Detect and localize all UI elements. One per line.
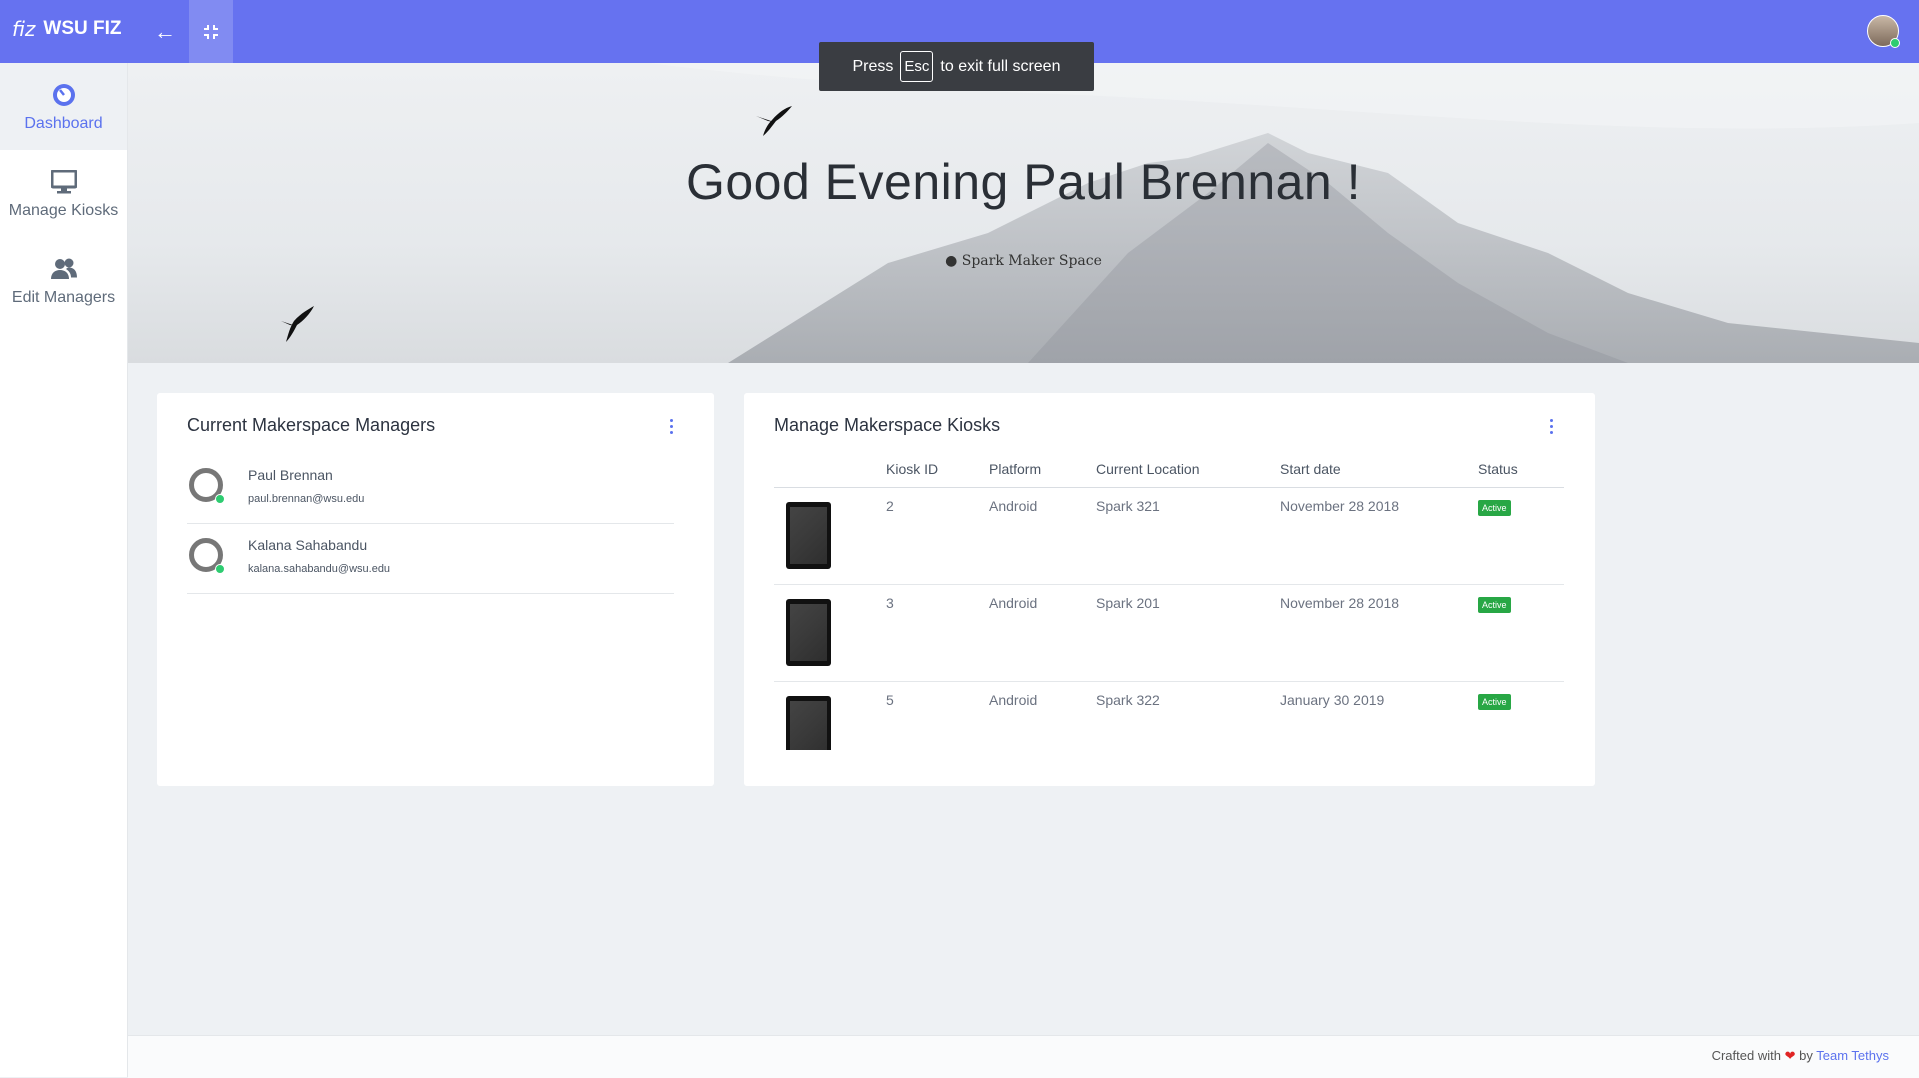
table-row[interactable]: 2 Android Spark 321 November 28 2018 Act… xyxy=(774,488,1564,585)
online-status-dot xyxy=(215,494,225,504)
column-header: Start date xyxy=(1280,461,1341,477)
sidebar-item-label: Dashboard xyxy=(24,114,103,132)
column-header: Current Location xyxy=(1096,461,1200,477)
toast-key: Esc xyxy=(900,51,934,82)
kiosk-location: Spark 201 xyxy=(1096,595,1160,611)
sidebar-item-label: Manage Kiosks xyxy=(8,201,119,219)
kiosk-platform: Android xyxy=(989,692,1038,708)
dashboard-icon xyxy=(51,81,77,109)
sidebar-item-label: Edit Managers xyxy=(11,288,116,306)
kiosks-menu-button[interactable] xyxy=(1546,413,1556,439)
users-icon xyxy=(50,255,78,283)
fiz-logo: fiz xyxy=(12,17,36,41)
kiosk-id: 5 xyxy=(886,692,894,708)
tablet-icon xyxy=(786,502,831,569)
user-avatar[interactable] xyxy=(1867,15,1900,48)
toast-suffix: to exit full screen xyxy=(940,57,1061,75)
footer: Crafted with ❤ by Team Tethys xyxy=(128,1035,1919,1078)
toast-prefix: Press xyxy=(852,57,894,75)
kiosk-id: 2 xyxy=(886,498,894,514)
kiosks-card: Manage Makerspace Kiosks Kiosk ID Platfo… xyxy=(744,393,1595,786)
table-row[interactable]: 5 Android Spark 322 January 30 2019 Acti… xyxy=(774,682,1564,750)
sidebar-item-dashboard[interactable]: Dashboard xyxy=(0,63,127,150)
manager-row[interactable]: Paul Brennan paul.brennan@wsu.edu xyxy=(187,453,674,524)
heart-icon: ❤ xyxy=(1784,1048,1796,1063)
managers-menu-button[interactable] xyxy=(666,413,676,439)
footer-prefix: Crafted with xyxy=(1711,1048,1781,1063)
avatar xyxy=(189,468,225,504)
kiosk-start-date: January 30 2019 xyxy=(1280,692,1385,708)
manager-name: Paul Brennan xyxy=(248,467,333,483)
kiosk-location: Spark 322 xyxy=(1096,692,1160,708)
kiosk-platform: Android xyxy=(989,595,1038,611)
kiosk-location: Spark 321 xyxy=(1096,498,1160,514)
kiosk-start-date: November 28 2018 xyxy=(1280,498,1400,514)
app-name: WSU FIZ xyxy=(43,18,122,39)
online-status-dot xyxy=(1890,38,1900,48)
tablet-icon xyxy=(786,696,831,750)
monitor-icon xyxy=(50,168,77,196)
online-status-dot xyxy=(215,564,225,574)
kiosks-card-title: Manage Makerspace Kiosks xyxy=(774,415,1001,435)
brand[interactable]: fiz WSU FIZ xyxy=(12,17,122,41)
compress-icon xyxy=(204,24,218,39)
managers-card-title: Current Makerspace Managers xyxy=(187,415,436,435)
managers-card: Current Makerspace Managers Paul Brennan… xyxy=(157,393,714,786)
status-badge: Active xyxy=(1478,694,1511,710)
back-button[interactable]: ← xyxy=(143,0,187,63)
hero-banner: Good Evening Paul Brennan ! ● Spark Make… xyxy=(128,63,1919,363)
manager-email: paul.brennan@wsu.edu xyxy=(248,493,365,505)
tablet-icon xyxy=(786,599,831,666)
exit-fullscreen-button[interactable] xyxy=(189,0,233,63)
map-pin-icon: ● xyxy=(945,253,958,269)
sidebar-item-manage-kiosks[interactable]: Manage Kiosks xyxy=(0,150,127,237)
mountain-image xyxy=(281,63,1919,363)
column-header: Kiosk ID xyxy=(886,461,939,477)
fullscreen-toast: Press Esc to exit full screen xyxy=(819,42,1094,91)
sidebar-item-edit-managers[interactable]: Edit Managers xyxy=(0,237,127,324)
arrow-left-icon: ← xyxy=(154,18,176,44)
bird-icon-lower xyxy=(281,306,314,342)
avatar xyxy=(189,538,225,574)
status-badge: Active xyxy=(1478,500,1511,516)
team-tethys-link[interactable]: Team Tethys xyxy=(1816,1048,1889,1063)
status-badge: Active xyxy=(1478,597,1511,613)
kiosk-platform: Android xyxy=(989,498,1038,514)
kiosk-id: 3 xyxy=(886,595,894,611)
footer-credit: Crafted with ❤ by Team Tethys xyxy=(1712,1048,1889,1064)
column-header: Status xyxy=(1478,461,1518,477)
manager-name: Kalana Sahabandu xyxy=(248,537,368,553)
table-row[interactable]: 3 Android Spark 201 November 28 2018 Act… xyxy=(774,585,1564,682)
bird-icon-upper xyxy=(756,106,792,136)
manager-email: kalana.sahabandu@wsu.edu xyxy=(248,563,391,575)
kiosk-start-date: November 28 2018 xyxy=(1280,595,1400,611)
manager-row[interactable]: Kalana Sahabandu kalana.sahabandu@wsu.ed… xyxy=(187,523,674,594)
location-label: ● Spark Maker Space xyxy=(128,253,1919,269)
kiosk-table-header: Kiosk ID Platform Current Location Start… xyxy=(774,453,1564,488)
sidebar: Dashboard Manage Kiosks Edit Managers xyxy=(0,63,128,1077)
column-header: Platform xyxy=(989,461,1042,477)
location-text: Spark Maker Space xyxy=(961,253,1102,269)
greeting-heading: Good Evening Paul Brennan ! xyxy=(685,154,1362,210)
footer-middle: by xyxy=(1799,1048,1813,1063)
